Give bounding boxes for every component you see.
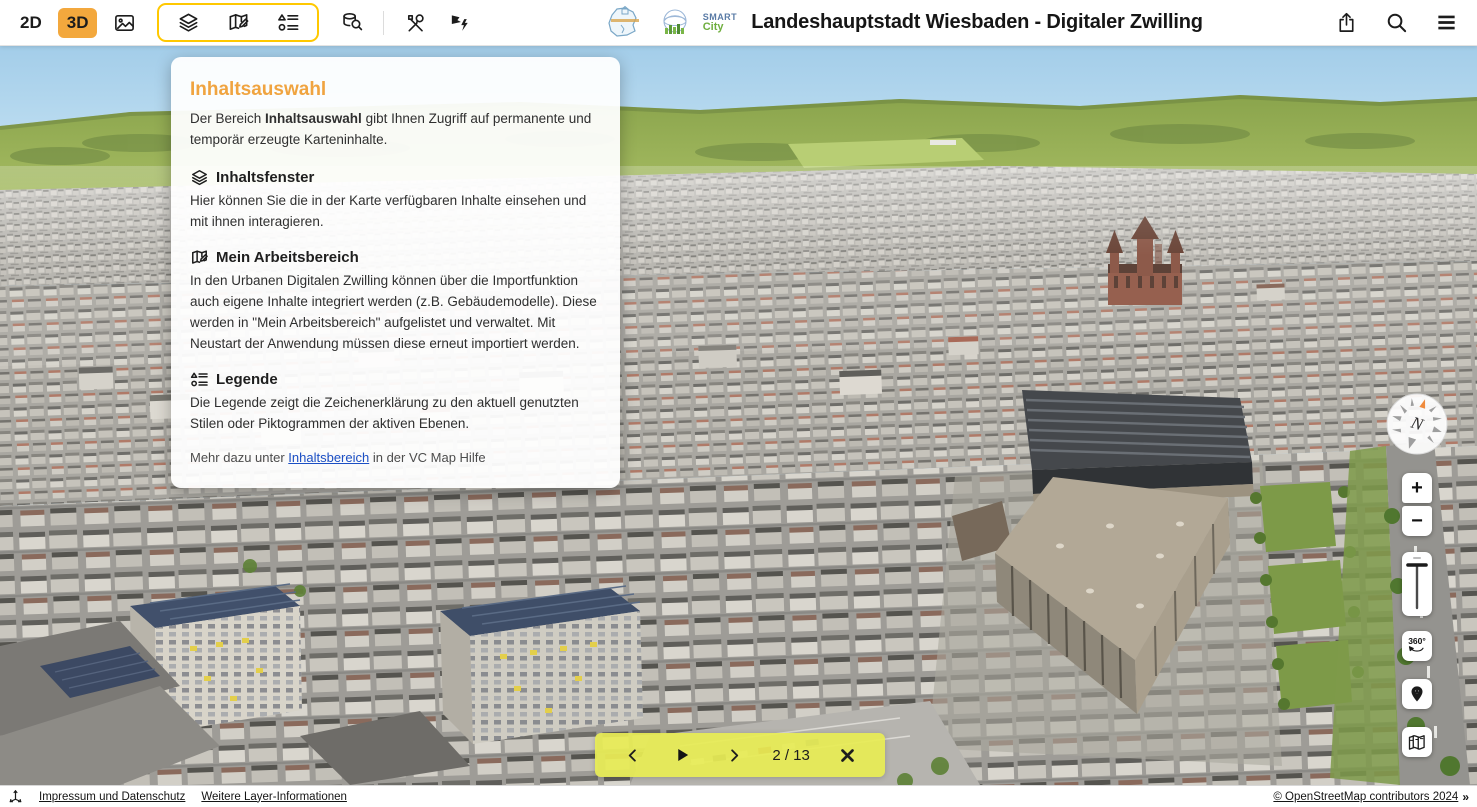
- menu-button[interactable]: [1429, 6, 1463, 40]
- rotate-360-button[interactable]: 360°: [1402, 631, 1432, 661]
- page-title: Landeshauptstadt Wiesbaden - Digitaler Z…: [751, 11, 1203, 34]
- legend-icon: [277, 11, 300, 34]
- compass[interactable]: [1386, 393, 1448, 455]
- screenshot-button[interactable]: [107, 6, 141, 40]
- page-indicator: 2 / 13: [772, 747, 810, 764]
- tilt-slider[interactable]: [1402, 552, 1432, 616]
- header-center: SMART City Landeshauptstadt Wiesbaden - …: [476, 5, 1329, 41]
- section-title: Legende: [216, 371, 278, 388]
- help-footer: Mehr dazu unter Inhaltsbereich in der VC…: [190, 450, 601, 465]
- play-icon: [677, 748, 689, 762]
- zoom-in-button[interactable]: +: [1402, 473, 1432, 503]
- osm-link[interactable]: © OpenStreetMap contributors 2024: [1273, 791, 1458, 803]
- section-body: Die Legende zeigt die Zeichenerklärung z…: [190, 392, 601, 434]
- share-button[interactable]: [1329, 6, 1363, 40]
- attribution-expand-chevrons[interactable]: »: [1462, 790, 1469, 804]
- close-icon: [840, 748, 855, 763]
- help-panel: Inhaltsauswahl Der Bereich Inhaltsauswah…: [171, 57, 620, 488]
- flight-tool-button[interactable]: [442, 6, 476, 40]
- folded-map-icon: [1407, 732, 1427, 752]
- search-button[interactable]: [1379, 6, 1413, 40]
- my-workspace-button[interactable]: [221, 6, 255, 40]
- osm-attribution: © OpenStreetMap contributors 2024 »: [1273, 790, 1469, 804]
- intro-prefix: Der Bereich: [190, 111, 265, 126]
- content-window-button[interactable]: [171, 6, 205, 40]
- pager-close-button[interactable]: [835, 742, 861, 768]
- layers-icon: [177, 11, 200, 34]
- section-content-window-head: Inhaltsfenster: [190, 168, 601, 187]
- footer-links: Impressum und Datenschutz Weitere Layer-…: [8, 788, 347, 806]
- search-icon: [1385, 11, 1408, 34]
- help-panel-title: Inhaltsauswahl: [190, 79, 601, 101]
- section-title: Inhaltsfenster: [216, 169, 314, 186]
- tutorial-pager: 2 / 13: [595, 733, 885, 777]
- zoom-out-button[interactable]: −: [1402, 506, 1432, 536]
- view-2d-button[interactable]: 2D: [14, 9, 48, 37]
- view-3d-button[interactable]: 3D: [58, 8, 98, 38]
- map-viewport[interactable]: N + − 360°: [0, 46, 1477, 785]
- database-search-icon: [341, 11, 364, 34]
- tools-button[interactable]: [398, 6, 432, 40]
- smart-city-logo: [657, 6, 697, 40]
- logos: SMART City: [603, 5, 738, 41]
- city-label: City: [703, 22, 738, 33]
- footer-bar: Impressum und Datenschutz Weitere Layer-…: [0, 785, 1477, 807]
- layer-info-link[interactable]: Weitere Layer-Informationen: [201, 791, 347, 803]
- slider-icon: [1402, 552, 1432, 616]
- share-icon: [1335, 11, 1358, 34]
- impressum-link[interactable]: Impressum und Datenschutz: [39, 791, 185, 803]
- intro-bold: Inhaltsauswahl: [265, 111, 362, 126]
- content-tools-group: [157, 3, 319, 42]
- toolbar-divider: [383, 11, 384, 35]
- pager-next-button[interactable]: [721, 742, 747, 768]
- help-intro: Der Bereich Inhaltsauswahl gibt Ihnen Zu…: [190, 108, 601, 150]
- data-search-button[interactable]: [335, 6, 369, 40]
- location-pin-icon: [1407, 684, 1427, 704]
- locate-me-button[interactable]: [1402, 679, 1432, 709]
- layers-icon: [190, 168, 209, 187]
- pager-play-button[interactable]: [670, 742, 696, 768]
- pointer-flash-icon: [448, 11, 471, 34]
- axes-icon: [8, 788, 23, 806]
- legend-button[interactable]: [271, 6, 305, 40]
- inhaltsbereich-link[interactable]: Inhaltsbereich: [288, 450, 369, 465]
- toolbar-right: [1329, 6, 1463, 40]
- section-body: In den Urbanen Digitalen Zwilling können…: [190, 270, 601, 354]
- legend-icon: [190, 370, 209, 389]
- toolbar-left: 2D 3D: [14, 3, 476, 42]
- section-workspace-head: Mein Arbeitsbereich: [190, 248, 601, 267]
- section-body: Hier können Sie die in der Karte verfügb…: [190, 190, 601, 232]
- pager-prev-button[interactable]: [619, 742, 645, 768]
- overview-map-button[interactable]: [1402, 727, 1432, 757]
- image-icon: [113, 11, 136, 34]
- app-root: 2D 3D: [0, 0, 1477, 807]
- rotate-360-label: 360°: [1408, 637, 1426, 646]
- section-title: Mein Arbeitsbereich: [216, 249, 359, 266]
- header: 2D 3D: [0, 0, 1477, 46]
- chevron-left-icon: [627, 748, 638, 763]
- rotate-arrow-icon: [1408, 646, 1426, 655]
- hamburger-menu-icon: [1435, 11, 1458, 34]
- workspace-map-icon: [190, 248, 209, 267]
- chevron-right-icon: [729, 748, 740, 763]
- tools-icon: [404, 11, 427, 34]
- wiesbaden-logo: [603, 5, 651, 41]
- smart-city-wordmark: SMART City: [703, 13, 738, 33]
- section-legend-head: Legende: [190, 370, 601, 389]
- workspace-map-icon: [227, 11, 250, 34]
- foot-suffix: in der VC Map Hilfe: [369, 450, 485, 465]
- foot-prefix: Mehr dazu unter: [190, 450, 288, 465]
